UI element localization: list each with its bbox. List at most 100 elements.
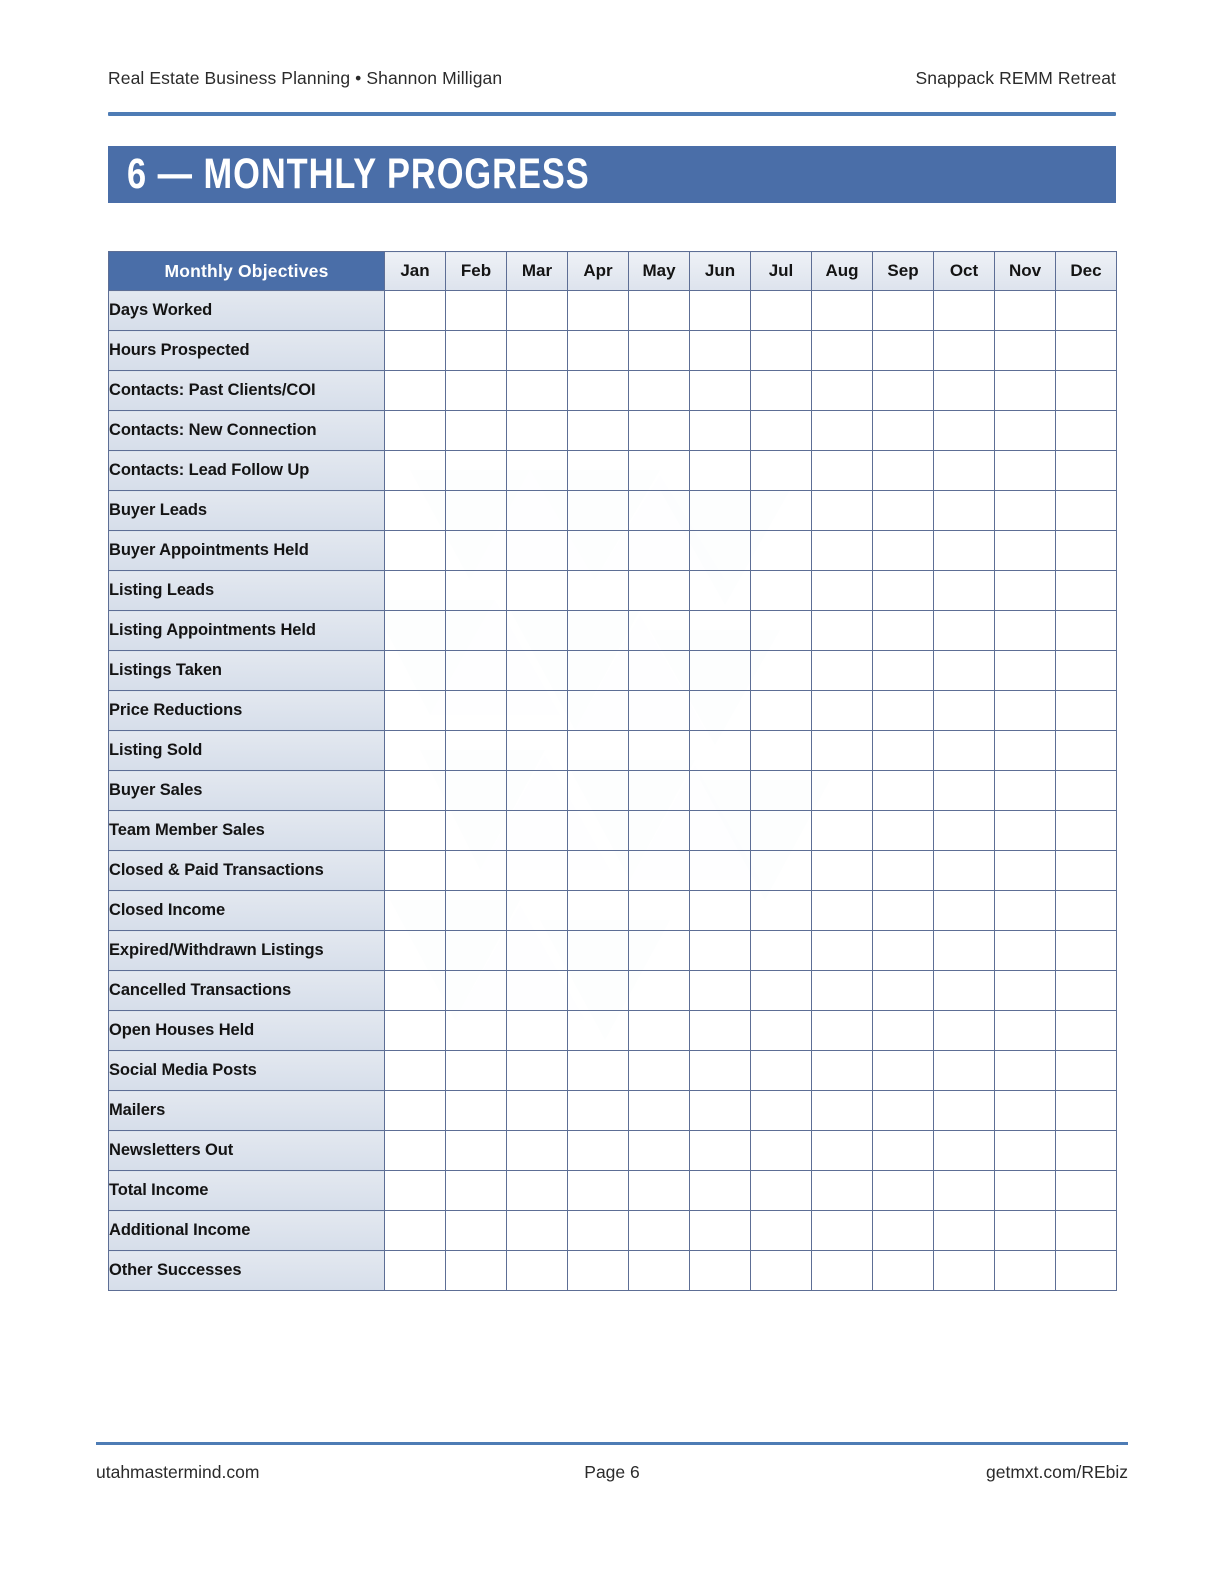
- entry-cell-nov[interactable]: [994, 1130, 1056, 1171]
- entry-cell-dec[interactable]: [1055, 650, 1117, 691]
- entry-cell-oct[interactable]: [933, 1250, 995, 1291]
- entry-cell-jul[interactable]: [750, 970, 812, 1011]
- entry-cell-jan[interactable]: [384, 770, 446, 811]
- entry-cell-feb[interactable]: [445, 1050, 507, 1091]
- entry-cell-aug[interactable]: [811, 730, 873, 771]
- entry-cell-feb[interactable]: [445, 650, 507, 691]
- entry-cell-mar[interactable]: [506, 330, 568, 371]
- entry-cell-aug[interactable]: [811, 1050, 873, 1091]
- entry-cell-jul[interactable]: [750, 610, 812, 651]
- entry-cell-may[interactable]: [628, 1250, 690, 1291]
- entry-cell-jul[interactable]: [750, 490, 812, 531]
- entry-cell-jan[interactable]: [384, 610, 446, 651]
- entry-cell-oct[interactable]: [933, 410, 995, 451]
- entry-cell-apr[interactable]: [567, 690, 629, 731]
- entry-cell-oct[interactable]: [933, 1050, 995, 1091]
- entry-cell-jun[interactable]: [689, 1170, 751, 1211]
- entry-cell-mar[interactable]: [506, 730, 568, 771]
- entry-cell-aug[interactable]: [811, 770, 873, 811]
- entry-cell-oct[interactable]: [933, 690, 995, 731]
- entry-cell-sep[interactable]: [872, 490, 934, 531]
- entry-cell-mar[interactable]: [506, 1250, 568, 1291]
- entry-cell-jan[interactable]: [384, 650, 446, 691]
- entry-cell-jul[interactable]: [750, 810, 812, 851]
- entry-cell-dec[interactable]: [1055, 1170, 1117, 1211]
- entry-cell-apr[interactable]: [567, 530, 629, 571]
- entry-cell-feb[interactable]: [445, 770, 507, 811]
- entry-cell-nov[interactable]: [994, 530, 1056, 571]
- entry-cell-oct[interactable]: [933, 1210, 995, 1251]
- entry-cell-jul[interactable]: [750, 1130, 812, 1171]
- entry-cell-aug[interactable]: [811, 570, 873, 611]
- entry-cell-sep[interactable]: [872, 930, 934, 971]
- entry-cell-dec[interactable]: [1055, 810, 1117, 851]
- footer-site-right[interactable]: getmxt.com/REbiz: [986, 1462, 1128, 1483]
- entry-cell-oct[interactable]: [933, 530, 995, 571]
- entry-cell-sep[interactable]: [872, 690, 934, 731]
- entry-cell-oct[interactable]: [933, 330, 995, 371]
- entry-cell-jun[interactable]: [689, 490, 751, 531]
- entry-cell-nov[interactable]: [994, 330, 1056, 371]
- entry-cell-jul[interactable]: [750, 330, 812, 371]
- entry-cell-jan[interactable]: [384, 730, 446, 771]
- entry-cell-oct[interactable]: [933, 1130, 995, 1171]
- entry-cell-jan[interactable]: [384, 690, 446, 731]
- entry-cell-jan[interactable]: [384, 1170, 446, 1211]
- entry-cell-may[interactable]: [628, 1010, 690, 1051]
- entry-cell-jun[interactable]: [689, 530, 751, 571]
- entry-cell-nov[interactable]: [994, 610, 1056, 651]
- entry-cell-nov[interactable]: [994, 410, 1056, 451]
- entry-cell-may[interactable]: [628, 1050, 690, 1091]
- entry-cell-oct[interactable]: [933, 730, 995, 771]
- entry-cell-dec[interactable]: [1055, 850, 1117, 891]
- entry-cell-sep[interactable]: [872, 1050, 934, 1091]
- entry-cell-dec[interactable]: [1055, 290, 1117, 331]
- entry-cell-may[interactable]: [628, 1170, 690, 1211]
- entry-cell-sep[interactable]: [872, 1170, 934, 1211]
- entry-cell-aug[interactable]: [811, 530, 873, 571]
- entry-cell-dec[interactable]: [1055, 450, 1117, 491]
- entry-cell-jun[interactable]: [689, 290, 751, 331]
- entry-cell-jun[interactable]: [689, 930, 751, 971]
- entry-cell-oct[interactable]: [933, 770, 995, 811]
- entry-cell-aug[interactable]: [811, 850, 873, 891]
- entry-cell-jan[interactable]: [384, 890, 446, 931]
- entry-cell-feb[interactable]: [445, 1170, 507, 1211]
- entry-cell-aug[interactable]: [811, 650, 873, 691]
- footer-site-left[interactable]: utahmastermind.com: [96, 1462, 259, 1483]
- entry-cell-may[interactable]: [628, 970, 690, 1011]
- entry-cell-apr[interactable]: [567, 1010, 629, 1051]
- entry-cell-nov[interactable]: [994, 1250, 1056, 1291]
- entry-cell-may[interactable]: [628, 490, 690, 531]
- entry-cell-nov[interactable]: [994, 570, 1056, 611]
- entry-cell-aug[interactable]: [811, 1090, 873, 1131]
- entry-cell-oct[interactable]: [933, 970, 995, 1011]
- entry-cell-mar[interactable]: [506, 1010, 568, 1051]
- entry-cell-apr[interactable]: [567, 570, 629, 611]
- entry-cell-feb[interactable]: [445, 410, 507, 451]
- entry-cell-aug[interactable]: [811, 1210, 873, 1251]
- entry-cell-jul[interactable]: [750, 450, 812, 491]
- entry-cell-feb[interactable]: [445, 330, 507, 371]
- entry-cell-apr[interactable]: [567, 1170, 629, 1211]
- entry-cell-jul[interactable]: [750, 850, 812, 891]
- entry-cell-mar[interactable]: [506, 570, 568, 611]
- entry-cell-apr[interactable]: [567, 1210, 629, 1251]
- entry-cell-jul[interactable]: [750, 1010, 812, 1051]
- entry-cell-feb[interactable]: [445, 290, 507, 331]
- entry-cell-jan[interactable]: [384, 850, 446, 891]
- entry-cell-jun[interactable]: [689, 370, 751, 411]
- entry-cell-feb[interactable]: [445, 570, 507, 611]
- entry-cell-aug[interactable]: [811, 330, 873, 371]
- entry-cell-jan[interactable]: [384, 1050, 446, 1091]
- entry-cell-jul[interactable]: [750, 930, 812, 971]
- entry-cell-dec[interactable]: [1055, 770, 1117, 811]
- entry-cell-jun[interactable]: [689, 1090, 751, 1131]
- entry-cell-jul[interactable]: [750, 1050, 812, 1091]
- entry-cell-mar[interactable]: [506, 530, 568, 571]
- entry-cell-dec[interactable]: [1055, 530, 1117, 571]
- entry-cell-feb[interactable]: [445, 890, 507, 931]
- entry-cell-jul[interactable]: [750, 1090, 812, 1131]
- entry-cell-jan[interactable]: [384, 330, 446, 371]
- entry-cell-jun[interactable]: [689, 610, 751, 651]
